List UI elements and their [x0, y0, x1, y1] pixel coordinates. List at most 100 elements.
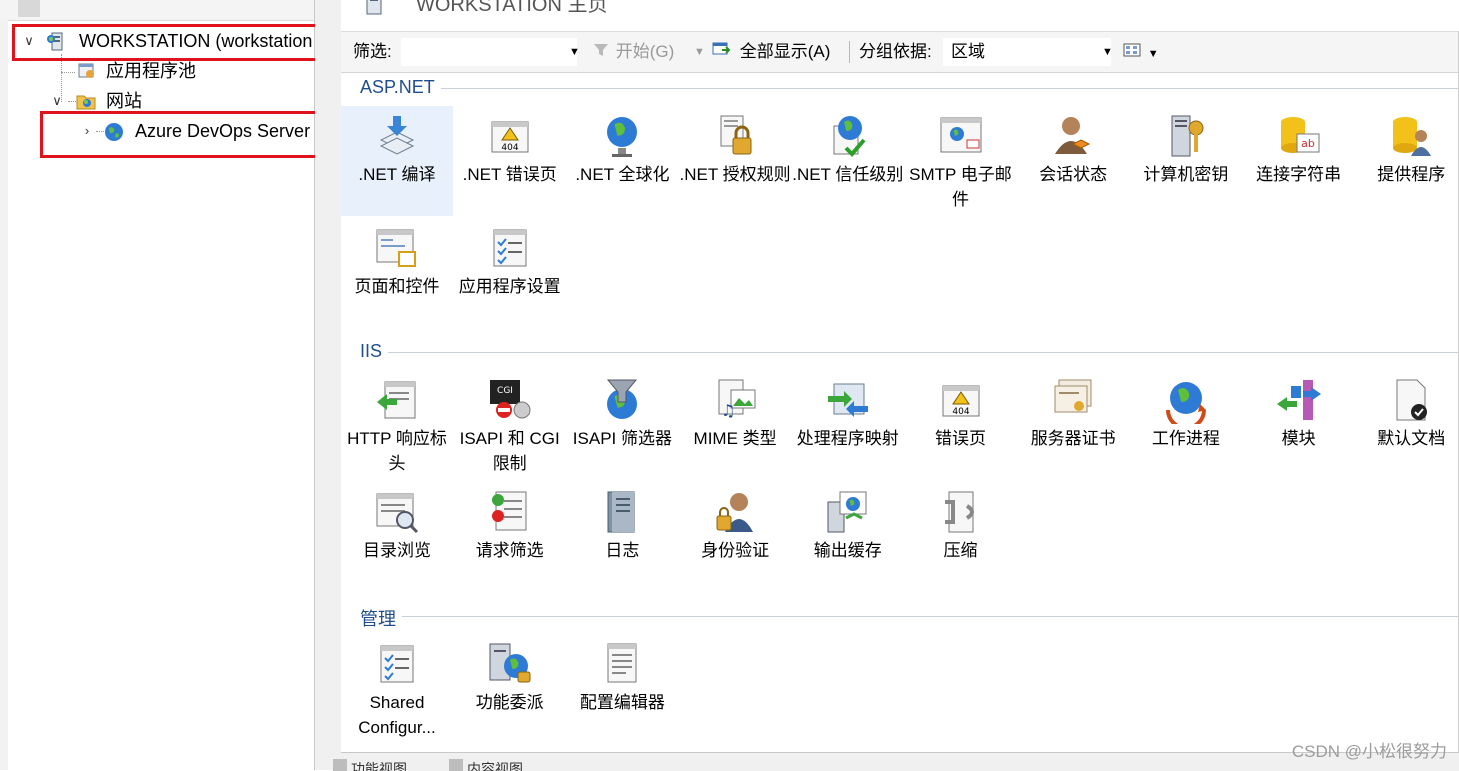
- feature-config-editor[interactable]: 配置编辑器: [566, 634, 678, 744]
- feature-label: 功能委派: [475, 693, 544, 712]
- feature-label: 计算机密钥: [1143, 165, 1229, 184]
- feature-request-filtering[interactable]: 请求筛选: [454, 482, 566, 592]
- feature-label: .NET 错误页: [462, 165, 557, 184]
- start-button[interactable]: 开始(G): [591, 32, 674, 72]
- tree-item-azure-devops-site[interactable]: › Azure DevOps Server: [78, 118, 312, 144]
- panel-splitter[interactable]: [315, 0, 341, 770]
- compile-icon: [373, 112, 421, 160]
- features-view: WORKSTATION 主页 筛选: ▼ 开始(G) ▼ 全部显示(A) 分组依…: [333, 0, 1459, 771]
- isapi-filter-icon: [598, 376, 646, 424]
- feature-label: ISAPI 筛选器: [572, 429, 672, 448]
- tree-item-label: WORKSTATION (workstation: [79, 31, 312, 51]
- default-document-icon: [1387, 376, 1435, 424]
- feature-shared-config[interactable]: Shared Configur...: [341, 634, 453, 744]
- feature-label: 连接字符串: [1256, 165, 1342, 184]
- watermark: CSDN @小松很努力: [1291, 742, 1447, 761]
- feature-default-document[interactable]: 默认文档: [1355, 370, 1459, 480]
- tree-item-label: Azure DevOps Server: [135, 121, 311, 141]
- section-divider: [360, 88, 1459, 89]
- feature-cgi-restrictions[interactable]: CGI ISAPI 和 CGI 限制: [454, 370, 566, 480]
- tree-item-app-pools[interactable]: 应用程序池: [72, 58, 312, 84]
- filter-label: 筛选:: [353, 42, 392, 61]
- feature-trust-level[interactable]: .NET 信任级别: [792, 106, 904, 216]
- feature-globe[interactable]: .NET 全球化: [566, 106, 678, 216]
- feature-isapi-filter[interactable]: ISAPI 筛选器: [566, 370, 678, 480]
- feature-output-caching[interactable]: 输出缓存: [792, 482, 904, 592]
- certificates-icon: [1049, 376, 1097, 424]
- svg-text:404: 404: [501, 143, 518, 153]
- view-mode-dropdown-icon: ▼: [1147, 48, 1159, 60]
- toolbar-icon[interactable]: [18, 0, 40, 17]
- feature-label: 处理程序映射: [796, 429, 899, 448]
- filter-input[interactable]: [401, 38, 577, 66]
- tree-item-server[interactable]: ∨ WORKSTATION (workstation: [18, 28, 312, 54]
- show-all-icon: [709, 32, 735, 72]
- error-page-404-icon: 404: [937, 376, 985, 424]
- error-page-404-icon: 404: [486, 112, 534, 160]
- shared-config-icon: [373, 640, 421, 688]
- group-by-dropdown-icon[interactable]: ▼: [1102, 32, 1113, 72]
- feature-logging[interactable]: 日志: [566, 482, 678, 592]
- feature-label: 服务器证书: [1030, 429, 1116, 448]
- server-icon: [46, 32, 66, 51]
- svg-text:CGI: CGI: [497, 386, 513, 396]
- config-editor-icon: [598, 640, 646, 688]
- section-iis: IIS: [341, 341, 1459, 363]
- feature-mime-types[interactable]: ♫ MIME 类型: [679, 370, 791, 480]
- feature-label: 输出缓存: [813, 541, 882, 560]
- feature-providers[interactable]: 提供程序: [1355, 106, 1459, 216]
- feature-app-settings[interactable]: 应用程序设置: [454, 218, 566, 328]
- feature-compile[interactable]: .NET 编译: [341, 106, 453, 216]
- chevron-down-icon[interactable]: ∨: [50, 88, 64, 114]
- feature-feature-delegation[interactable]: 功能委派: [454, 634, 566, 744]
- show-all-button[interactable]: 全部显示(A): [709, 32, 830, 72]
- app-pool-icon: [76, 62, 96, 80]
- start-button-label: 开始(G): [615, 42, 675, 61]
- filter-dropdown-icon[interactable]: ▼: [569, 32, 580, 72]
- compression-icon: [937, 488, 985, 536]
- feature-error-page-404[interactable]: 404 .NET 错误页: [454, 106, 566, 216]
- connections-panel: ∨ WORKSTATION (workstation 应用程序池 ∨ 网站 › …: [0, 0, 345, 770]
- feature-modules[interactable]: 模块: [1243, 370, 1355, 480]
- section-divider: [360, 352, 1459, 353]
- feature-worker-process[interactable]: 工作进程: [1130, 370, 1242, 480]
- chevron-down-icon[interactable]: ∨: [22, 28, 36, 54]
- modules-icon: [1275, 376, 1323, 424]
- feature-directory-browsing[interactable]: 目录浏览: [341, 482, 453, 592]
- tree-item-label: 应用程序池: [106, 61, 196, 81]
- section-divider: [360, 616, 1459, 617]
- feature-handler-mappings[interactable]: 处理程序映射: [792, 370, 904, 480]
- funnel-icon: [591, 32, 611, 72]
- feature-label: 请求筛选: [475, 541, 544, 560]
- group-by-value: 区域: [951, 42, 985, 61]
- tab-features-view[interactable]: 功能视图: [351, 759, 407, 771]
- feature-smtp-email[interactable]: SMTP 电子邮件: [905, 106, 1017, 216]
- feature-error-page-404[interactable]: 404 错误页: [905, 370, 1017, 480]
- feature-http-headers[interactable]: HTTP 响应标头: [341, 370, 453, 480]
- feature-compression[interactable]: 压缩: [905, 482, 1017, 592]
- feature-delegation-icon: [486, 640, 534, 688]
- tab-content-view[interactable]: 内容视图: [467, 759, 523, 771]
- show-all-label: 全部显示(A): [739, 42, 831, 61]
- feature-label: 工作进程: [1151, 429, 1220, 448]
- section-aspnet: ASP.NET: [341, 77, 1459, 99]
- feature-certificates[interactable]: 服务器证书: [1017, 370, 1129, 480]
- feature-pages-controls[interactable]: 页面和控件: [341, 218, 453, 328]
- sites-folder-icon: [76, 92, 96, 110]
- feature-label: .NET 信任级别: [792, 165, 904, 184]
- feature-connection-string[interactable]: ab 连接字符串: [1243, 106, 1355, 216]
- trust-level-icon: [824, 112, 872, 160]
- panel-edge: [0, 20, 8, 770]
- feature-authorization-lock[interactable]: .NET 授权规则: [679, 106, 791, 216]
- server-icon: [363, 0, 389, 16]
- tree-item-sites[interactable]: ∨ 网站: [48, 88, 312, 114]
- page-title: WORKSTATION 主页: [416, 0, 608, 16]
- feature-authentication[interactable]: 身份验证: [679, 482, 791, 592]
- view-mode-button[interactable]: ▼: [1121, 32, 1159, 72]
- feature-session-state[interactable]: 会话状态: [1017, 106, 1129, 216]
- group-by-select[interactable]: 区域: [943, 38, 1111, 66]
- chevron-right-icon[interactable]: ›: [80, 118, 94, 144]
- view-grid-icon: [1121, 32, 1143, 72]
- directory-browsing-icon: [373, 488, 421, 536]
- feature-machine-key[interactable]: 计算机密钥: [1130, 106, 1242, 216]
